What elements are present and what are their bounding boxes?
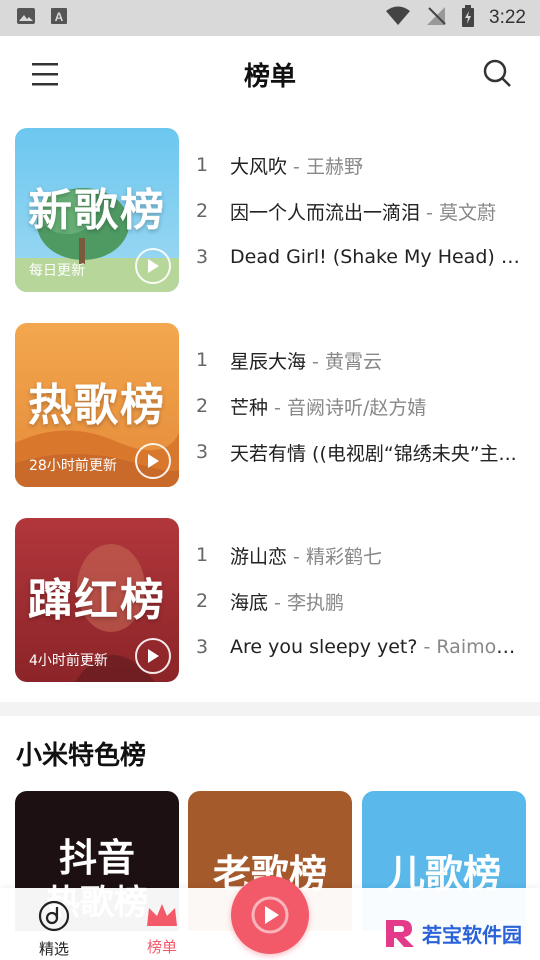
tab-charts[interactable]: 榜单 bbox=[132, 900, 192, 957]
song-name: Dead Girl! (Shake My Head) bbox=[230, 246, 495, 268]
song-rank: 2 bbox=[196, 590, 209, 612]
song-name: 大风吹 bbox=[230, 155, 288, 178]
update-time: 每日更新 bbox=[29, 263, 85, 279]
bottom-nav: 精选 榜单 若宝软件园 bbox=[0, 876, 540, 960]
section-title: 小米特色榜 bbox=[16, 741, 147, 771]
list-item[interactable]: 2 海底 - 李执鹏 bbox=[196, 578, 526, 624]
chart-hot-songs[interactable]: 热歌榜 28小时前更新 1 星辰大海 - 黄霄云 2 芒种 - 音阙诗听/赵方婧 3… bbox=[0, 323, 540, 489]
r-logo-icon bbox=[386, 920, 414, 947]
chart-cover[interactable]: 蹿红榜 4小时前更新 bbox=[15, 518, 179, 682]
song-rank: 2 bbox=[196, 395, 209, 417]
play-icon bbox=[148, 454, 159, 468]
song-artist: - 黄霄云 bbox=[306, 350, 382, 373]
song-rank: 2 bbox=[196, 200, 209, 222]
update-time: 28小时前更新 bbox=[29, 458, 117, 474]
song-name: Are you sleepy yet? bbox=[230, 636, 418, 658]
list-item[interactable]: 3 天若有情 ((电视剧“锦绣未央”主... bbox=[196, 429, 526, 475]
song-name: 海底 bbox=[230, 591, 269, 614]
play-button[interactable] bbox=[135, 443, 171, 479]
song-rank: 3 bbox=[196, 441, 209, 463]
list-item[interactable]: 1 游山恋 - 精彩鹤七 bbox=[196, 532, 526, 578]
app-bar: 榜单 bbox=[0, 36, 540, 112]
song-name: 星辰大海 bbox=[230, 350, 307, 373]
no-signal-icon bbox=[425, 6, 447, 30]
song-artist: - 王赫野 bbox=[287, 155, 363, 178]
song-rank: 1 bbox=[196, 349, 209, 371]
update-time: 4小时前更新 bbox=[29, 653, 108, 669]
chart-rising-songs[interactable]: 蹿红榜 4小时前更新 1 游山恋 - 精彩鹤七 2 海底 - 李执鹏 3 Are yo… bbox=[0, 518, 540, 684]
song-artist: - 音阙诗听/赵方婧 bbox=[268, 396, 427, 419]
song-list: 1 大风吹 - 王赫野 2 因一个人而流出一滴泪 - 莫文蔚 3 Dead Girl!… bbox=[196, 128, 526, 280]
song-artist: - A... bbox=[500, 246, 526, 268]
song-rank: 1 bbox=[196, 154, 209, 176]
play-icon bbox=[251, 896, 289, 934]
image-notification-icon bbox=[16, 7, 36, 29]
watermark-text: 若宝软件园 bbox=[422, 922, 522, 947]
card-title: 抖音 bbox=[58, 836, 135, 880]
song-name: 游山恋 bbox=[230, 545, 288, 568]
list-item[interactable]: 2 芒种 - 音阙诗听/赵方婧 bbox=[196, 383, 526, 429]
clock: 3:22 bbox=[489, 7, 526, 28]
song-artist: - 莫文蔚 bbox=[420, 201, 496, 224]
list-item[interactable]: 3 Are you sleepy yet? - Raimond... bbox=[196, 624, 526, 670]
cover-title: 热歌榜 bbox=[28, 380, 166, 431]
crown-icon bbox=[147, 904, 177, 926]
a-notification-icon: A bbox=[50, 7, 68, 29]
list-item[interactable]: 1 大风吹 - 王赫野 bbox=[196, 142, 526, 188]
watermark-logo: 若宝软件园 bbox=[382, 918, 522, 948]
list-item[interactable]: 1 星辰大海 - 黄霄云 bbox=[196, 337, 526, 383]
tab-featured[interactable]: 精选 bbox=[24, 900, 84, 959]
svg-text:A: A bbox=[55, 10, 64, 24]
song-list: 1 星辰大海 - 黄霄云 2 芒种 - 音阙诗听/赵方婧 3 天若有情 ((电视剧“锦… bbox=[196, 323, 526, 475]
disc-icon bbox=[38, 900, 70, 932]
menu-icon[interactable] bbox=[30, 60, 60, 88]
status-bar: A 3:22 bbox=[0, 0, 540, 36]
chart-cover[interactable]: 热歌榜 28小时前更新 bbox=[15, 323, 179, 487]
wifi-icon bbox=[385, 6, 411, 30]
page-title: 榜单 bbox=[243, 61, 296, 92]
song-artist: - 李执鹏 bbox=[268, 591, 344, 614]
song-rank: 3 bbox=[196, 636, 209, 658]
play-icon bbox=[148, 259, 159, 273]
song-artist: - 精彩鹤七 bbox=[287, 545, 382, 568]
list-item[interactable]: 3 Dead Girl! (Shake My Head) - A... bbox=[196, 234, 526, 280]
chart-new-songs[interactable]: 新歌榜 每日更新 1 大风吹 - 王赫野 2 因一个人而流出一滴泪 - 莫文蔚 3D… bbox=[0, 128, 540, 294]
play-icon bbox=[148, 649, 159, 663]
tab-label: 精选 bbox=[38, 940, 69, 958]
song-rank: 1 bbox=[196, 544, 209, 566]
song-name: 天若有情 ((电视剧“锦绣未央”主... bbox=[230, 442, 517, 465]
song-rank: 3 bbox=[196, 246, 209, 268]
chart-cover[interactable]: 新歌榜 每日更新 bbox=[15, 128, 179, 292]
play-button[interactable] bbox=[135, 248, 171, 284]
now-playing-button[interactable] bbox=[231, 876, 309, 954]
song-name: 因一个人而流出一滴泪 bbox=[230, 201, 421, 224]
song-artist: - Raimond... bbox=[423, 636, 526, 658]
song-list: 1 游山恋 - 精彩鹤七 2 海底 - 李执鹏 3 Are you sleepy ye… bbox=[196, 518, 526, 670]
song-name: 芒种 bbox=[230, 396, 269, 419]
search-icon[interactable] bbox=[482, 58, 512, 88]
list-item[interactable]: 2 因一个人而流出一滴泪 - 莫文蔚 bbox=[196, 188, 526, 234]
battery-icon bbox=[461, 5, 475, 31]
tab-label: 榜单 bbox=[146, 938, 177, 956]
play-button[interactable] bbox=[135, 638, 171, 674]
cover-title: 蹿红榜 bbox=[28, 575, 166, 626]
cover-title: 新歌榜 bbox=[28, 185, 166, 236]
section-divider bbox=[0, 702, 540, 716]
